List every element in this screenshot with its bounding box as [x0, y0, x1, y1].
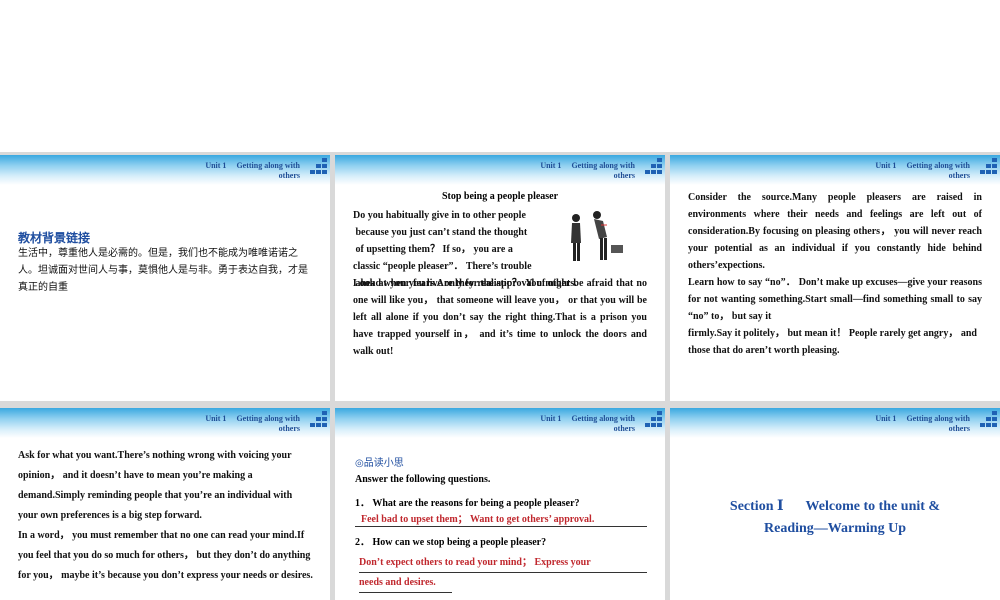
- top-blank-area: [0, 0, 1000, 152]
- section-title: Section Ⅰ Welcome to the unit &: [729, 499, 941, 514]
- slide-4[interactable]: Unit 1 Getting along with others Ask for …: [0, 408, 330, 600]
- passage-text: Consider the source.Many people pleasers…: [688, 192, 982, 356]
- unit-label: Unit 1 Getting along with others: [875, 414, 970, 433]
- question-1: 1． What are the reasons for being a peop…: [355, 498, 580, 509]
- slide-header: Unit 1 Getting along with others: [670, 155, 1000, 185]
- section-subtitle: Reading—Warming Up: [764, 521, 906, 536]
- blocks-logo-icon: [978, 158, 998, 174]
- blocks-logo-icon: [643, 411, 663, 427]
- slide-6[interactable]: Unit 1 Getting along with others Section …: [670, 408, 1000, 600]
- unit-label: Unit 1 Getting along with others: [540, 414, 635, 433]
- unit-label: Unit 1 Getting along with others: [875, 161, 970, 180]
- slide-3[interactable]: Unit 1 Getting along with others Consider…: [670, 155, 1000, 401]
- unit-label: Unit 1 Getting along with others: [205, 161, 300, 180]
- passage-text: Ask for what you want.There’s nothing wr…: [18, 450, 313, 581]
- slide-header: Unit 1 Getting along with others: [335, 155, 665, 185]
- answer-1: Feel bad to upset them； Want to get othe…: [355, 510, 647, 527]
- slide-1[interactable]: Unit 1 Getting along with others 教材背景链接 生…: [0, 155, 330, 401]
- instruction-text: Answer the following questions.: [355, 474, 491, 485]
- blocks-logo-icon: [308, 158, 328, 174]
- slide-2[interactable]: Unit 1 Getting along with others Stop bei…: [335, 155, 665, 401]
- blocks-logo-icon: [308, 411, 328, 427]
- answer-2: Don’t expect others to read your mind； E…: [355, 553, 647, 593]
- blocks-logo-icon: [978, 411, 998, 427]
- unit-label: Unit 1 Getting along with others: [540, 161, 635, 180]
- blocks-logo-icon: [643, 158, 663, 174]
- question-2: 2． How can we stop being a people please…: [355, 537, 547, 548]
- passage-title: Stop being a people pleaser: [441, 191, 559, 202]
- slide-title: 教材背景链接: [18, 231, 91, 245]
- slide-body-text: 生活中，尊重他人是必需的。但是，我们也不能成为唯唯诺诺之人。坦诚面对世间人与事，…: [18, 248, 308, 293]
- passage-paragraph-2: Look at your fears.Are they realistic？ Y…: [353, 278, 647, 357]
- slide-5[interactable]: Unit 1 Getting along with others ◎品读小思 An…: [335, 408, 665, 600]
- bowing-people-illustration-icon: [571, 211, 623, 261]
- section-heading: ◎品读小思: [355, 458, 404, 469]
- unit-label: Unit 1 Getting along with others: [205, 414, 300, 433]
- slide-header: Unit 1 Getting along with others: [0, 408, 330, 438]
- slide-header: Unit 1 Getting along with others: [335, 408, 665, 438]
- slide-header: Unit 1 Getting along with others: [0, 155, 330, 185]
- slide-header: Unit 1 Getting along with others: [670, 408, 1000, 438]
